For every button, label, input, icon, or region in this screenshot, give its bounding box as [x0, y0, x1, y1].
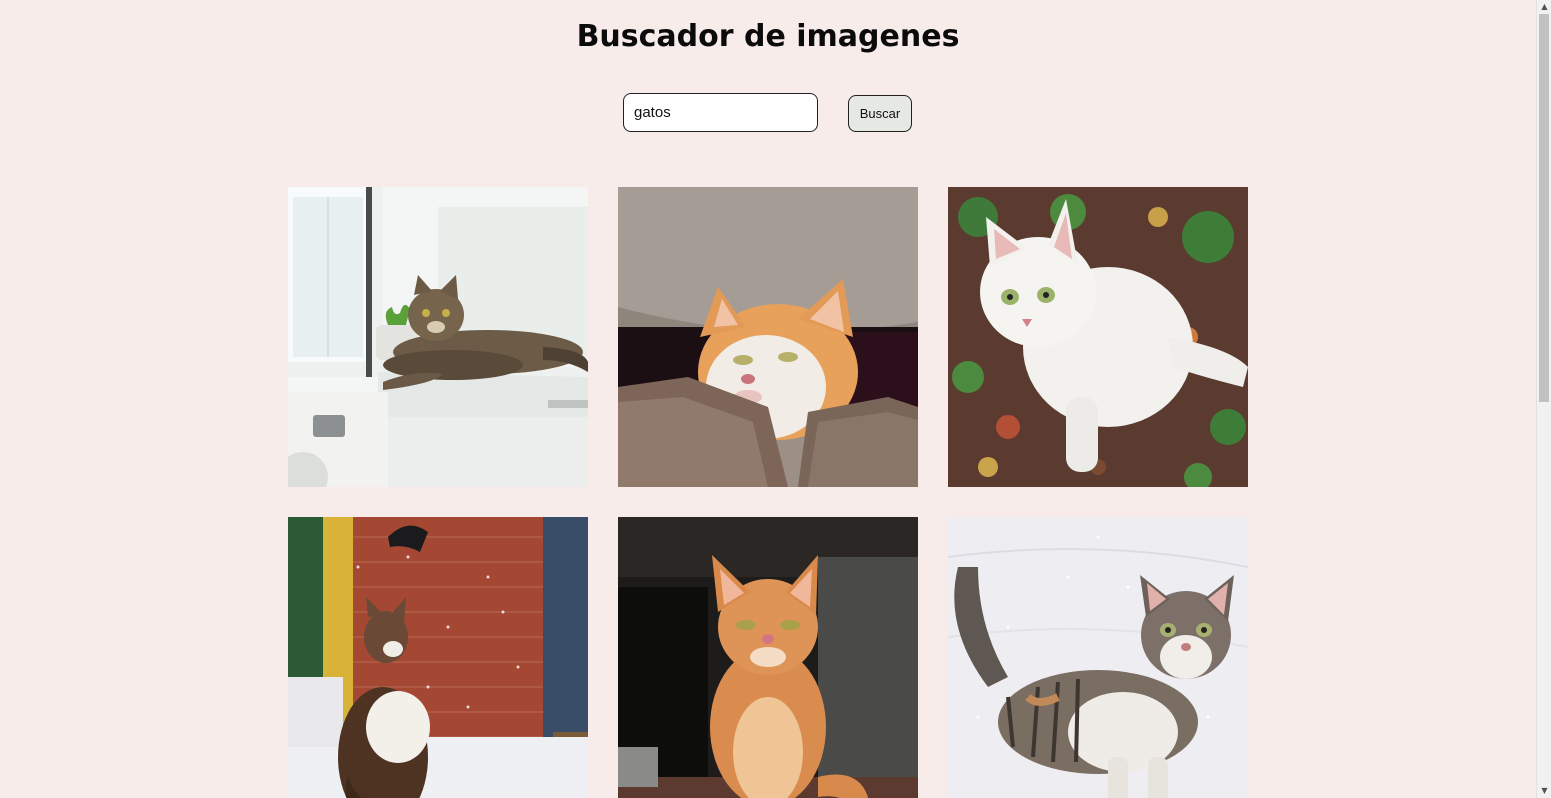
scroll-up-icon[interactable]: ▲ [1537, 0, 1551, 14]
result-image[interactable] [618, 517, 918, 798]
result-image[interactable] [288, 517, 588, 798]
search-button[interactable]: Buscar [848, 95, 912, 132]
search-input[interactable] [623, 93, 818, 132]
scrollbar[interactable]: ▲ ▼ [1536, 0, 1551, 798]
result-image[interactable] [618, 187, 918, 487]
image-results-grid [288, 187, 1248, 798]
page-title: Buscador de imagenes [576, 19, 960, 54]
scroll-down-icon[interactable]: ▼ [1537, 784, 1551, 798]
result-image[interactable] [948, 517, 1248, 798]
result-image[interactable] [948, 187, 1248, 487]
result-image[interactable] [288, 187, 588, 487]
scrollbar-thumb[interactable] [1539, 14, 1549, 402]
page: Buscador de imagenes Buscar [0, 0, 1536, 798]
